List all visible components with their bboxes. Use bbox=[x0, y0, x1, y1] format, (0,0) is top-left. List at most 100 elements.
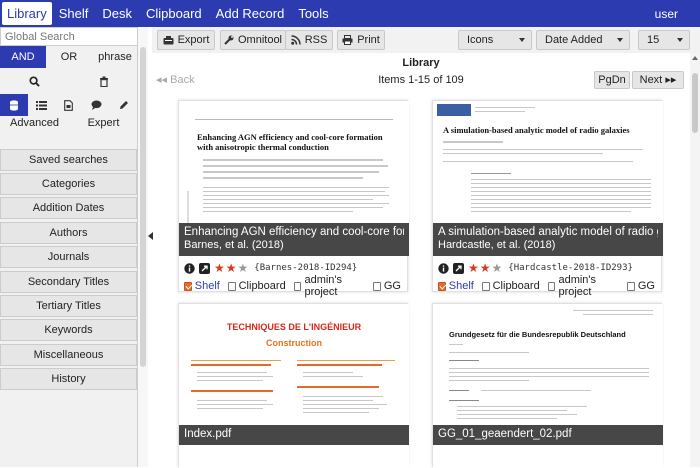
text-line bbox=[449, 344, 463, 345]
print-label: Print bbox=[357, 34, 380, 46]
advanced-search-link[interactable]: Advanced bbox=[0, 117, 69, 133]
open-link-icon[interactable] bbox=[199, 262, 210, 274]
sidebar-scrollbar[interactable] bbox=[138, 27, 148, 467]
project-gg-label[interactable]: GG bbox=[384, 280, 401, 292]
pgdn-button[interactable]: PgDn bbox=[594, 71, 630, 89]
text-line bbox=[303, 404, 387, 405]
info-icon[interactable] bbox=[438, 262, 449, 274]
rss-button[interactable]: RSS bbox=[285, 30, 333, 50]
clipboard-checkbox[interactable] bbox=[481, 281, 490, 291]
text-line bbox=[471, 211, 631, 212]
text-line bbox=[449, 380, 529, 381]
project-checkbox[interactable] bbox=[547, 281, 556, 291]
item-card[interactable]: A simulation-based analytic model of rad… bbox=[432, 100, 663, 298]
pencil-icon bbox=[120, 101, 129, 109]
project-gg-checkbox[interactable] bbox=[373, 281, 381, 291]
item-authors: Hardcastle, et al. (2018) bbox=[438, 239, 556, 251]
addition-dates-button[interactable]: Addition Dates bbox=[0, 197, 137, 219]
text-line bbox=[471, 207, 651, 208]
star-icon[interactable]: ★ bbox=[468, 262, 479, 274]
secondary-titles-button[interactable]: Secondary Titles bbox=[0, 271, 137, 293]
comment-icon bbox=[91, 100, 102, 110]
shelf-checkbox[interactable] bbox=[184, 281, 192, 291]
search-notes[interactable] bbox=[83, 94, 111, 116]
collapse-sidebar-icon[interactable] bbox=[148, 232, 153, 240]
nav-clipboard[interactable]: Clipboard bbox=[139, 0, 209, 27]
user-menu[interactable]: user bbox=[655, 7, 700, 21]
star-icon[interactable]: ★ bbox=[480, 262, 491, 274]
export-button[interactable]: Export bbox=[157, 30, 215, 50]
clipboard-label[interactable]: Clipboard bbox=[239, 280, 286, 292]
shelf-label[interactable]: Shelf bbox=[449, 280, 474, 292]
logic-or[interactable]: OR bbox=[46, 46, 92, 68]
item-caption[interactable]: Enhancing AGN efficiency and cool-core f… bbox=[179, 223, 409, 256]
project-checkbox[interactable] bbox=[293, 281, 302, 291]
search-button[interactable] bbox=[0, 70, 69, 92]
database-icon bbox=[9, 99, 18, 111]
search-metadata[interactable] bbox=[28, 94, 56, 116]
nav-library[interactable]: Library bbox=[2, 2, 52, 25]
journals-button[interactable]: Journals bbox=[0, 246, 137, 268]
text-line bbox=[203, 187, 389, 188]
project-label[interactable]: admin's project bbox=[304, 274, 365, 298]
chevron-down-icon bbox=[677, 38, 683, 42]
clipboard-checkbox[interactable] bbox=[227, 281, 236, 291]
omnitool-button[interactable]: Omnitool bbox=[220, 30, 286, 50]
item-card[interactable]: Enhancing AGN efficiency and cool-core f… bbox=[178, 100, 409, 298]
saved-searches-button[interactable]: Saved searches bbox=[0, 149, 137, 171]
page-title: Library bbox=[402, 57, 440, 69]
item-card[interactable]: Grundgesetz für die Bundesrepublik Deuts… bbox=[432, 303, 663, 468]
project-gg-checkbox[interactable] bbox=[627, 281, 635, 291]
global-search-input[interactable] bbox=[0, 27, 138, 46]
star-icon[interactable]: ★ bbox=[214, 262, 225, 274]
item-caption[interactable]: A simulation-based analytic model of rad… bbox=[433, 223, 663, 256]
nav-desk[interactable]: Desk bbox=[95, 0, 139, 27]
item-caption[interactable]: Index.pdf bbox=[179, 425, 409, 445]
nav-add-record[interactable]: Add Record bbox=[209, 0, 292, 27]
next-button[interactable]: Next ▸▸ bbox=[632, 71, 684, 89]
keywords-button[interactable]: Keywords bbox=[0, 319, 137, 341]
sidebar-scroll-thumb[interactable] bbox=[140, 47, 146, 367]
history-button[interactable]: History bbox=[0, 368, 137, 390]
nav-tools[interactable]: Tools bbox=[291, 0, 335, 27]
miscellaneous-button[interactable]: Miscellaneous bbox=[0, 344, 137, 366]
logic-and[interactable]: AND bbox=[0, 46, 46, 68]
project-label[interactable]: admin's project bbox=[558, 274, 619, 298]
authors-button[interactable]: Authors bbox=[0, 222, 137, 244]
star-rating[interactable]: ★ ★ ★ bbox=[468, 262, 502, 274]
tertiary-titles-button[interactable]: Tertiary Titles bbox=[0, 295, 137, 317]
star-rating[interactable]: ★ ★ ★ bbox=[214, 262, 248, 274]
scroll-up-icon[interactable] bbox=[692, 56, 698, 60]
project-gg-label[interactable]: GG bbox=[638, 280, 655, 292]
header-line bbox=[475, 107, 535, 108]
logic-phrase[interactable]: phrase bbox=[92, 46, 138, 68]
item-caption[interactable]: GG_01_geaendert_02.pdf bbox=[433, 425, 663, 445]
open-link-icon[interactable] bbox=[453, 262, 464, 274]
search-all-fields[interactable] bbox=[0, 94, 28, 116]
clear-search-button[interactable] bbox=[69, 70, 138, 92]
author-line bbox=[203, 177, 363, 179]
chevron-down-icon bbox=[519, 38, 525, 42]
shelf-label[interactable]: Shelf bbox=[195, 280, 220, 292]
main-scrollbar[interactable] bbox=[690, 53, 700, 467]
next-arrows-icon: ▸▸ bbox=[665, 74, 677, 86]
info-icon[interactable] bbox=[184, 262, 195, 274]
search-annotations[interactable] bbox=[110, 94, 138, 116]
expert-search-link[interactable]: Expert bbox=[69, 117, 138, 133]
sort-select[interactable]: Date Added bbox=[536, 30, 630, 50]
search-pdf[interactable] bbox=[55, 94, 83, 116]
rss-icon bbox=[290, 35, 301, 45]
categories-button[interactable]: Categories bbox=[0, 173, 137, 195]
per-page-select[interactable]: 15 bbox=[638, 30, 690, 50]
nav-shelf[interactable]: Shelf bbox=[52, 0, 96, 27]
shelf-checkbox[interactable] bbox=[438, 281, 446, 291]
star-icon[interactable]: ★ bbox=[226, 262, 237, 274]
star-icon[interactable]: ★ bbox=[238, 262, 249, 274]
view-select[interactable]: Icons bbox=[458, 30, 532, 50]
item-card[interactable]: TECHNIQUES DE L'INGÉNIEUR Construction I… bbox=[178, 303, 409, 468]
star-icon[interactable]: ★ bbox=[492, 262, 503, 274]
main-scroll-thumb[interactable] bbox=[692, 73, 698, 133]
print-button[interactable]: Print bbox=[337, 30, 385, 50]
author-line bbox=[443, 141, 503, 143]
clipboard-label[interactable]: Clipboard bbox=[493, 280, 540, 292]
